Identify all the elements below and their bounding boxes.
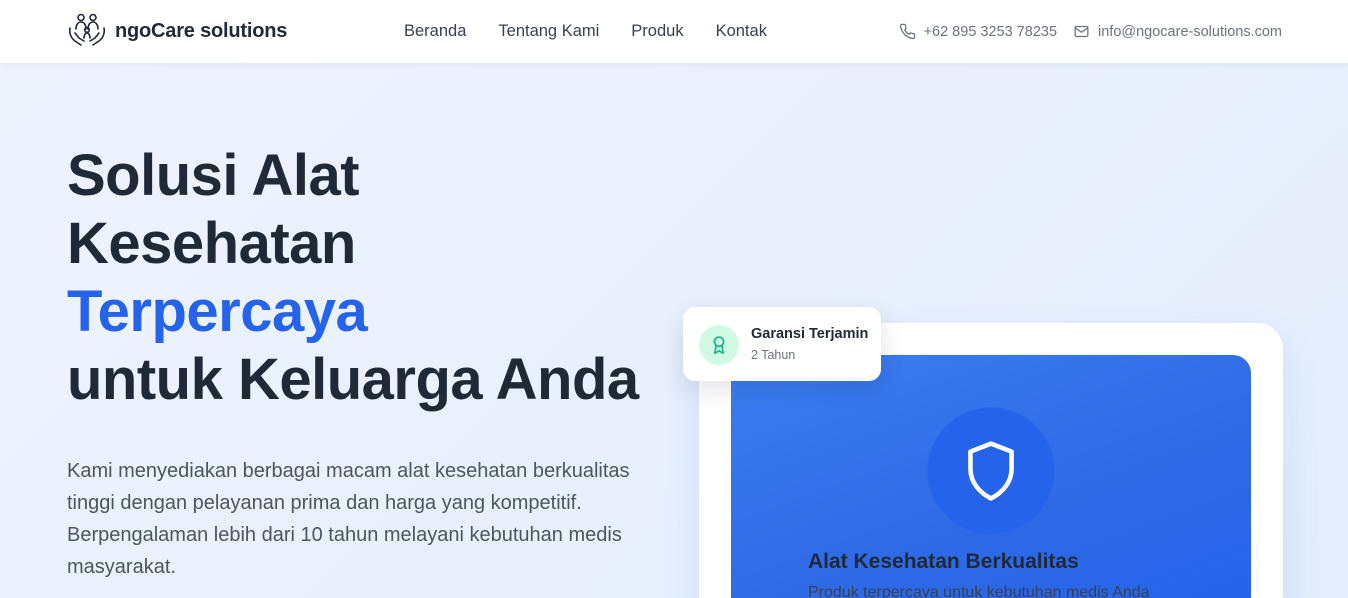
phone-icon bbox=[899, 23, 915, 40]
phone-number: +62 895 3253 78235 bbox=[923, 23, 1058, 40]
feature-card-subtitle: Produk terpercaya untuk kebutuhan medis … bbox=[808, 584, 1150, 598]
warranty-badge: Garansi Terjamin 2 Tahun bbox=[683, 307, 881, 381]
hero-title: Solusi Alat Kesehatan Terpercaya untuk K… bbox=[67, 142, 707, 414]
phone-link[interactable]: +62 895 3253 78235 bbox=[899, 23, 1057, 40]
brand-name: ngoCare solutions bbox=[115, 19, 288, 42]
hero-title-line4: untuk Keluarga Anda bbox=[67, 347, 639, 412]
nav-item-kontak[interactable]: Kontak bbox=[716, 22, 767, 41]
nav-item-beranda[interactable]: Beranda bbox=[404, 22, 466, 41]
contact-info: +62 895 3253 78235 info@ngocare-solution… bbox=[899, 0, 1282, 63]
nav-item-tentang-kami[interactable]: Tentang Kami bbox=[498, 22, 599, 41]
hero-title-accent: Terpercaya bbox=[67, 279, 368, 344]
badge-icon-circle bbox=[699, 325, 739, 365]
hero-title-line1: Solusi Alat bbox=[67, 143, 360, 208]
badge-title: Garansi Terjamin bbox=[751, 326, 869, 342]
email-link[interactable]: info@ngocare-solutions.com bbox=[1073, 23, 1282, 40]
feature-card: Alat Kesehatan Berkualitas Produk terper… bbox=[731, 355, 1251, 598]
shield-circle bbox=[927, 407, 1055, 535]
feature-card-title: Alat Kesehatan Berkualitas bbox=[808, 550, 1079, 573]
hero-description: Kami menyediakan berbagai macam alat kes… bbox=[67, 460, 630, 578]
family-care-hands-icon bbox=[68, 13, 106, 46]
hero-title-line2: Kesehatan bbox=[67, 211, 356, 276]
navbar: ngoCare solutions Beranda Tentang Kami P… bbox=[0, 0, 1348, 63]
badge-subtitle: 2 Tahun bbox=[751, 348, 796, 362]
main-nav: Beranda Tentang Kami Produk Kontak bbox=[404, 0, 767, 63]
award-ribbon-icon bbox=[713, 336, 725, 355]
shield-icon bbox=[968, 441, 1014, 501]
mail-icon bbox=[1074, 25, 1089, 38]
email-address: info@ngocare-solutions.com bbox=[1098, 23, 1282, 40]
nav-item-produk[interactable]: Produk bbox=[631, 22, 683, 41]
brand-link[interactable]: ngoCare solutions bbox=[67, 11, 287, 51]
